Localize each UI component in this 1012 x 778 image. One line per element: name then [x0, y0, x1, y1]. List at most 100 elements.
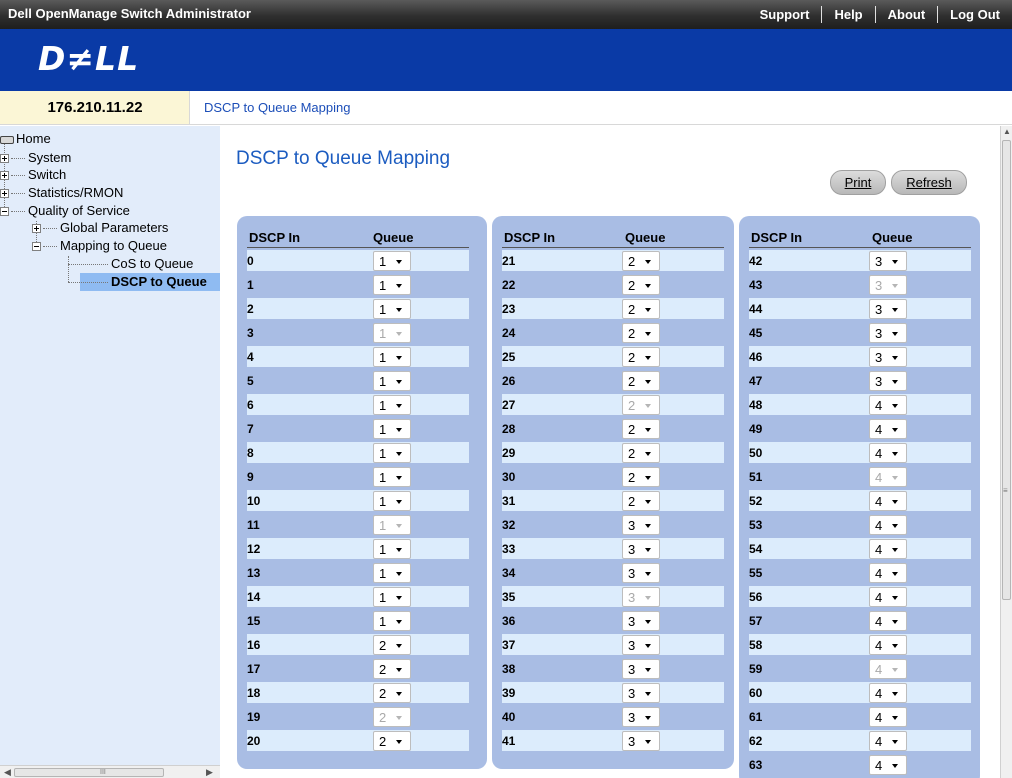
queue-select[interactable]: 2 [373, 731, 411, 751]
queue-select[interactable]: 1 [373, 395, 411, 415]
queue-select[interactable]: 4 [869, 707, 907, 727]
queue-select[interactable]: 1 [373, 611, 411, 631]
queue-select[interactable]: 2 [622, 491, 660, 511]
chevron-down-icon [396, 308, 402, 312]
queue-select[interactable]: 1 [373, 467, 411, 487]
dscp-value: 59 [749, 662, 763, 676]
queue-select[interactable]: 1 [373, 563, 411, 583]
queue-select[interactable]: 4 [869, 539, 907, 559]
tree-item-mapping-to-queue[interactable]: Mapping to Queue [32, 238, 167, 253]
dscp-value: 5 [247, 374, 254, 388]
queue-select[interactable]: 1 [373, 251, 411, 271]
queue-select[interactable]: 1 [373, 275, 411, 295]
queue-select[interactable]: 4 [869, 395, 907, 415]
dscp-value: 13 [247, 566, 261, 580]
queue-select[interactable]: 4 [869, 563, 907, 583]
table-row: 35 3 [502, 586, 724, 607]
queue-value: 4 [875, 734, 883, 749]
tree-item-statistics[interactable]: Statistics/RMON [0, 185, 123, 200]
tree-item-home[interactable]: Home [0, 131, 51, 146]
queue-value: 3 [875, 278, 883, 293]
queue-select[interactable]: 4 [869, 755, 907, 775]
queue-select[interactable]: 1 [373, 587, 411, 607]
queue-select[interactable]: 2 [373, 683, 411, 703]
tree-item-switch[interactable]: Switch [0, 167, 66, 182]
queue-select[interactable]: 3 [622, 707, 660, 727]
tree-item-cos-to-queue[interactable]: CoS to Queue [68, 256, 193, 271]
queue-select[interactable]: 4 [869, 635, 907, 655]
queue-select[interactable]: 3 [869, 347, 907, 367]
queue-select[interactable]: 3 [622, 611, 660, 631]
queue-select[interactable]: 4 [869, 587, 907, 607]
queue-select[interactable]: 3 [869, 371, 907, 391]
queue-select[interactable]: 3 [622, 563, 660, 583]
breadcrumb-current[interactable]: DSCP to Queue Mapping [204, 100, 350, 115]
queue-value: 1 [379, 350, 387, 365]
queue-select[interactable]: 3 [622, 515, 660, 535]
queue-select[interactable]: 1 [373, 491, 411, 511]
queue-select[interactable]: 1 [373, 443, 411, 463]
queue-select[interactable]: 4 [869, 491, 907, 511]
expand-icon[interactable] [0, 171, 9, 181]
queue-select[interactable]: 1 [373, 419, 411, 439]
queue-select[interactable]: 2 [622, 443, 660, 463]
dscp-value: 30 [502, 470, 516, 484]
queue-select[interactable]: 1 [373, 539, 411, 559]
queue-select[interactable]: 3 [622, 683, 660, 703]
queue-select[interactable]: 4 [869, 443, 907, 463]
queue-select[interactable]: 2 [622, 347, 660, 367]
collapse-icon[interactable] [32, 242, 41, 252]
scroll-up-icon[interactable]: ▲ [1003, 127, 1011, 136]
scroll-thumb[interactable] [1002, 140, 1011, 600]
queue-select[interactable]: 2 [622, 275, 660, 295]
scroll-right-icon[interactable]: ▶ [206, 767, 213, 778]
queue-select[interactable]: 3 [869, 251, 907, 271]
scroll-left-icon[interactable]: ◀ [4, 767, 11, 778]
queue-select[interactable]: 3 [869, 323, 907, 343]
queue-select[interactable]: 2 [373, 659, 411, 679]
queue-select[interactable]: 3 [869, 299, 907, 319]
queue-select[interactable]: 3 [622, 539, 660, 559]
queue-select[interactable]: 2 [373, 635, 411, 655]
queue-select[interactable]: 3 [622, 635, 660, 655]
queue-select[interactable]: 4 [869, 611, 907, 631]
expand-icon[interactable] [0, 189, 9, 199]
queue-select[interactable]: 2 [622, 467, 660, 487]
print-button[interactable]: Print [830, 170, 886, 195]
tree-item-system[interactable]: System [0, 150, 71, 165]
dscp-value: 39 [502, 686, 516, 700]
table-row: 42 3 [749, 250, 971, 271]
refresh-button[interactable]: Refresh [891, 170, 967, 195]
tree-item-dscp-to-queue[interactable]: DSCP to Queue [68, 274, 207, 289]
queue-select[interactable]: 1 [373, 371, 411, 391]
queue-select[interactable]: 2 [622, 371, 660, 391]
about-link[interactable]: About [876, 7, 938, 22]
expand-icon[interactable] [0, 154, 9, 164]
queue-select[interactable]: 4 [869, 419, 907, 439]
queue-select[interactable]: 2 [622, 299, 660, 319]
queue-value: 1 [379, 278, 387, 293]
collapse-icon[interactable] [0, 207, 9, 217]
queue-select[interactable]: 4 [869, 683, 907, 703]
support-link[interactable]: Support [748, 7, 822, 22]
chevron-down-icon [892, 500, 898, 504]
tree-horizontal-scrollbar[interactable]: ◀ III ▶ [0, 765, 220, 778]
scroll-thumb[interactable]: III [14, 768, 164, 777]
queue-select[interactable]: 3 [622, 659, 660, 679]
help-link[interactable]: Help [822, 7, 874, 22]
tree-item-qos[interactable]: Quality of Service [0, 203, 130, 218]
queue-select[interactable]: 2 [622, 323, 660, 343]
queue-select[interactable]: 2 [622, 419, 660, 439]
dscp-value: 12 [247, 542, 261, 556]
chevron-down-icon [645, 476, 651, 480]
queue-select[interactable]: 4 [869, 731, 907, 751]
queue-select[interactable]: 3 [622, 731, 660, 751]
tree-item-global-parameters[interactable]: Global Parameters [32, 220, 168, 235]
queue-select[interactable]: 1 [373, 299, 411, 319]
expand-icon[interactable] [32, 224, 41, 234]
queue-select[interactable]: 2 [622, 251, 660, 271]
queue-select[interactable]: 4 [869, 515, 907, 535]
logout-link[interactable]: Log Out [938, 7, 1012, 22]
content-vertical-scrollbar[interactable]: ▲ ≡ [1000, 126, 1012, 778]
queue-select[interactable]: 1 [373, 347, 411, 367]
